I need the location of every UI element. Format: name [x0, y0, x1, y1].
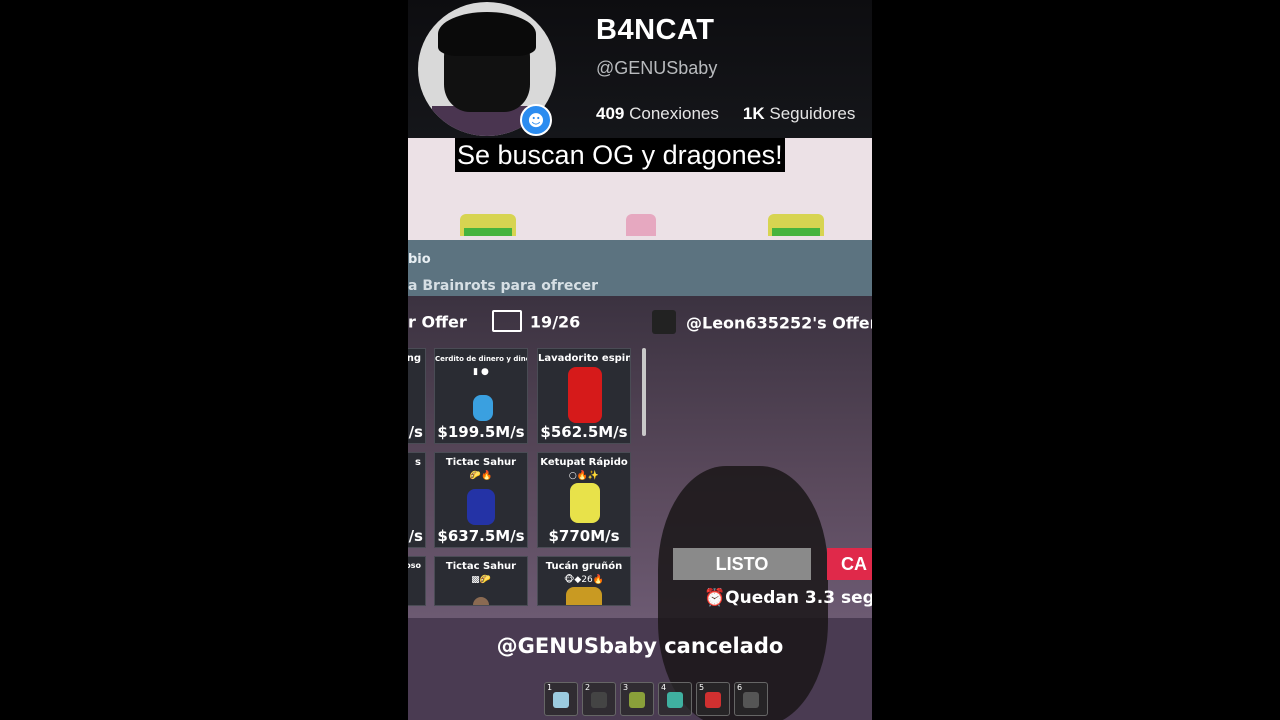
hammer-icon [591, 692, 607, 708]
trade-timer: ⏰Quedan 3.3 segu [704, 588, 872, 608]
partner-offer-header: @Leon635252's Offer [652, 310, 872, 336]
hotbar-slot[interactable]: 6 [734, 682, 768, 716]
card-name: Tictac Sahur [445, 457, 517, 468]
board-icon [667, 692, 683, 708]
profile-handle: @GENUSbaby [596, 58, 718, 78]
my-offer-count: 19/26 [529, 312, 581, 332]
timer-text: Quedan 3.3 segu [725, 588, 872, 608]
ready-button[interactable]: LISTO [673, 548, 811, 580]
sword-icon [553, 692, 569, 708]
card-rate: $199.5M/s [437, 423, 525, 441]
card-name: s [415, 457, 421, 468]
brainrot-card[interactable]: Tictac Sahur 🌮🔥 $637.5M/s [434, 452, 528, 548]
brainrot-figure [467, 489, 495, 525]
partner-offer-label: @Leon635252's Offer [686, 313, 872, 333]
ticket-icon [491, 310, 522, 332]
cancel-notification: @GENUSbaby cancelado [496, 634, 784, 658]
platform [626, 214, 656, 236]
followers-count: 1K [742, 104, 765, 123]
alarm-clock-icon: ⏰ [704, 588, 726, 608]
card-rate: $770M/s [548, 527, 620, 545]
hotbar-slot[interactable]: 1 [544, 682, 578, 716]
gear-item-icon [743, 692, 759, 708]
brainrot-card[interactable]: s /s [408, 452, 426, 548]
profile-stats: 409 Conexiones 1K Seguidores [596, 104, 855, 124]
blaster-icon [705, 692, 721, 708]
brainrot-figure [570, 483, 600, 523]
connections-count: 409 [596, 104, 625, 123]
card-rate: /s [408, 423, 423, 441]
card-name: Cerdito de dinero y dinero [435, 355, 527, 363]
slime-icon [629, 692, 645, 708]
card-rate: $637.5M/s [437, 527, 525, 545]
video-frame: ☻ B4NCAT @GENUSbaby 409 Conexiones 1K Seg… [408, 0, 872, 720]
hotbar-slot[interactable]: 4 [658, 682, 692, 716]
brainrot-card[interactable]: oso [408, 556, 426, 606]
mutation-icons: ○🔥✨ [568, 471, 600, 481]
mutation-icons: 🐵◆26🔥 [564, 575, 604, 585]
info-subtitle: a Brainrots para ofrecer [408, 278, 599, 294]
brainrot-card[interactable]: Lavadorito espinoso $562.5M/s [537, 348, 631, 444]
connections-link[interactable]: 409 Conexiones [596, 104, 719, 123]
connections-label: Conexiones [629, 104, 719, 123]
mutation-icons: 🌮🔥 [469, 471, 493, 481]
card-rate: /s [408, 527, 423, 545]
brainrot-figure [473, 597, 489, 605]
mutation-icons: ▩🌮 [471, 575, 491, 585]
brainrot-card[interactable]: Tucán gruñón 🐵◆26🔥 [537, 556, 631, 606]
followers-link[interactable]: 1K Seguidores [743, 104, 855, 123]
card-badge: 26 [581, 575, 593, 585]
partner-avatar-icon [652, 310, 676, 334]
card-name: Lavadorito espinoso [538, 353, 630, 364]
info-title: bio [408, 252, 431, 267]
hotbar: 1 2 3 4 5 6 [544, 682, 768, 718]
brainrot-card[interactable]: ung /s [408, 348, 426, 444]
platform [460, 214, 516, 236]
my-offer-header: r Offer 19/26 [408, 310, 581, 334]
brainrot-card[interactable]: Tictac Sahur ▩🌮 [434, 556, 528, 606]
followers-label: Seguidores [769, 104, 856, 123]
verified-icon: ☻ [520, 104, 552, 136]
profile-header: ☻ B4NCAT @GENUSbaby 409 Conexiones 1K Seg… [408, 0, 872, 138]
profile-display-name: B4NCAT [596, 14, 715, 46]
card-name: ung [408, 353, 421, 364]
hotbar-slot[interactable]: 5 [696, 682, 730, 716]
trade-info-bar: bio a Brainrots para ofrecer [408, 240, 872, 296]
brainrot-figure [566, 587, 602, 605]
card-name: Ketupat Rápido [540, 457, 628, 468]
brainrot-figure [568, 367, 602, 423]
card-name: Tucán gruñón [545, 561, 623, 572]
video-caption: Se buscan OG y dragones! [455, 138, 785, 172]
card-name: Tictac Sahur [445, 561, 517, 572]
offer-scrollbar[interactable] [642, 348, 646, 436]
cancel-trade-button[interactable]: CA [827, 548, 872, 580]
card-rate: $562.5M/s [540, 423, 628, 441]
brainrot-figure [473, 395, 493, 421]
brainrot-card[interactable]: Ketupat Rápido ○🔥✨ $770M/s [537, 452, 631, 548]
game-view: bio a Brainrots para ofrecer r Offer 19/… [408, 138, 872, 720]
brainrot-card[interactable]: Cerdito de dinero y dinero ▮ ● $199.5M/s [434, 348, 528, 444]
my-offer-label: r Offer [408, 312, 467, 332]
platform [768, 214, 824, 236]
hotbar-slot[interactable]: 2 [582, 682, 616, 716]
mutation-icons: ▮ ● [473, 367, 489, 377]
hotbar-slot[interactable]: 3 [620, 682, 654, 716]
card-name: oso [408, 561, 421, 570]
